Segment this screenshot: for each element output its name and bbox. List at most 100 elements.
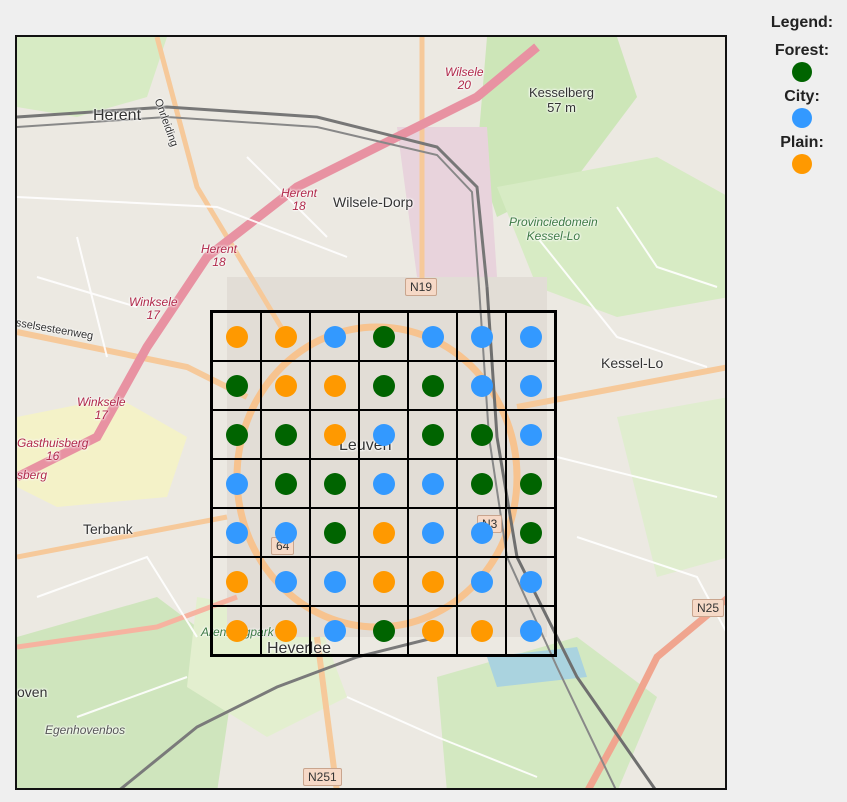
- forest-marker: [421, 423, 444, 446]
- grid-cell-r5-c6[interactable]: [506, 557, 555, 606]
- legend: Legend: Forest: City: Plain:: [760, 14, 844, 180]
- grid-cell-r6-c3[interactable]: [359, 606, 408, 655]
- legend-dot-forest: [792, 62, 812, 82]
- grid-cell-r4-c3[interactable]: [359, 508, 408, 557]
- grid-cell-r4-c5[interactable]: [457, 508, 506, 557]
- grid-cell-r1-c0[interactable]: [212, 361, 261, 410]
- legend-dot-city: [792, 108, 812, 128]
- grid-cell-r1-c6[interactable]: [506, 361, 555, 410]
- place-egenhovenbos: Egenhovenbos: [45, 723, 126, 737]
- grid-cell-r4-c4[interactable]: [408, 508, 457, 557]
- plain-marker: [323, 374, 346, 397]
- city-marker: [323, 619, 346, 642]
- grid-cell-r3-c0[interactable]: [212, 459, 261, 508]
- plain-marker: [421, 570, 444, 593]
- plain-marker: [274, 619, 297, 642]
- map-view[interactable]: Herent Wilsele-Dorp Kessel-Lo Leuven Ter…: [15, 35, 727, 790]
- grid-cell-r1-c1[interactable]: [261, 361, 310, 410]
- grid-cell-r5-c2[interactable]: [310, 557, 359, 606]
- grid-cell-r4-c1[interactable]: [261, 508, 310, 557]
- grid-cell-r3-c4[interactable]: [408, 459, 457, 508]
- grid-cell-r3-c2[interactable]: [310, 459, 359, 508]
- forest-marker: [323, 521, 346, 544]
- grid-cell-r0-c4[interactable]: [408, 312, 457, 361]
- forest-marker: [372, 374, 395, 397]
- grid-cell-r2-c3[interactable]: [359, 410, 408, 459]
- grid-cell-r6-c4[interactable]: [408, 606, 457, 655]
- grid-cell-r0-c0[interactable]: [212, 312, 261, 361]
- forest-marker: [470, 472, 493, 495]
- place-kesselberg: Kesselberg 57 m: [529, 85, 594, 115]
- city-marker: [519, 374, 542, 397]
- provinciedomein-line-2: Kessel-Lo: [526, 229, 581, 243]
- station-winksele-2: Winksele 17: [77, 396, 126, 422]
- grid-cell-r3-c3[interactable]: [359, 459, 408, 508]
- grid-cell-r1-c4[interactable]: [408, 361, 457, 410]
- legend-dot-plain: [792, 154, 812, 174]
- forest-marker: [323, 472, 346, 495]
- forest-marker: [274, 472, 297, 495]
- place-herent: Herent: [93, 107, 142, 124]
- grid-cell-r5-c1[interactable]: [261, 557, 310, 606]
- city-marker: [372, 423, 395, 446]
- station-winksele-1: Winksele 17: [129, 296, 178, 322]
- grid-cell-r0-c6[interactable]: [506, 312, 555, 361]
- grid-cell-r6-c2[interactable]: [310, 606, 359, 655]
- city-marker: [519, 570, 542, 593]
- grid-cell-r2-c2[interactable]: [310, 410, 359, 459]
- grid-cell-r3-c6[interactable]: [506, 459, 555, 508]
- grid-cell-r0-c2[interactable]: [310, 312, 359, 361]
- grid-cell-r1-c3[interactable]: [359, 361, 408, 410]
- station-herent-18a-num: 18: [292, 199, 306, 213]
- grid-cell-r4-c0[interactable]: [212, 508, 261, 557]
- plain-marker: [225, 325, 248, 348]
- forest-marker: [225, 374, 248, 397]
- grid-cell-r3-c5[interactable]: [457, 459, 506, 508]
- grid-cell-r6-c1[interactable]: [261, 606, 310, 655]
- station-herent-18a: Herent 18: [281, 187, 317, 213]
- grid-cell-r5-c0[interactable]: [212, 557, 261, 606]
- grid-cell-r5-c3[interactable]: [359, 557, 408, 606]
- station-winksele-2-num: 17: [94, 408, 108, 422]
- city-marker: [323, 325, 346, 348]
- grid-cell-r2-c6[interactable]: [506, 410, 555, 459]
- city-marker: [421, 325, 444, 348]
- city-marker: [323, 570, 346, 593]
- grid-cell-r6-c5[interactable]: [457, 606, 506, 655]
- grid-cell-r5-c5[interactable]: [457, 557, 506, 606]
- grid-cell-r4-c6[interactable]: [506, 508, 555, 557]
- grid-cell-r1-c5[interactable]: [457, 361, 506, 410]
- forest-marker: [519, 472, 542, 495]
- legend-item-plain: Plain:: [760, 134, 844, 174]
- plain-marker: [225, 619, 248, 642]
- city-marker: [470, 521, 493, 544]
- road-shield-n25: N25: [692, 599, 725, 617]
- grid-cell-r1-c2[interactable]: [310, 361, 359, 410]
- city-marker: [372, 472, 395, 495]
- grid-cell-r2-c4[interactable]: [408, 410, 457, 459]
- grid-cell-r0-c5[interactable]: [457, 312, 506, 361]
- grid-cell-r3-c1[interactable]: [261, 459, 310, 508]
- grid-cell-r6-c0[interactable]: [212, 606, 261, 655]
- station-winksele-1-num: 17: [146, 308, 160, 322]
- legend-label-plain: Plain:: [780, 134, 824, 151]
- city-marker: [225, 472, 248, 495]
- grid-cell-r0-c1[interactable]: [261, 312, 310, 361]
- station-gasthuisberg: Gasthuisberg 16: [17, 437, 88, 463]
- place-oven: oven: [17, 684, 48, 700]
- station-herent-18b: Herent 18: [201, 243, 237, 269]
- grid-cell-r5-c4[interactable]: [408, 557, 457, 606]
- grid-cell-r0-c3[interactable]: [359, 312, 408, 361]
- grid-cell-r4-c2[interactable]: [310, 508, 359, 557]
- plain-marker: [372, 570, 395, 593]
- plain-marker: [274, 374, 297, 397]
- forest-marker: [274, 423, 297, 446]
- city-marker: [274, 521, 297, 544]
- grid-cell-r2-c1[interactable]: [261, 410, 310, 459]
- place-sberg: sberg: [17, 468, 48, 482]
- grid-cell-r2-c5[interactable]: [457, 410, 506, 459]
- grid-cell-r2-c0[interactable]: [212, 410, 261, 459]
- forest-marker: [519, 521, 542, 544]
- grid-cell-r6-c6[interactable]: [506, 606, 555, 655]
- plain-marker: [274, 325, 297, 348]
